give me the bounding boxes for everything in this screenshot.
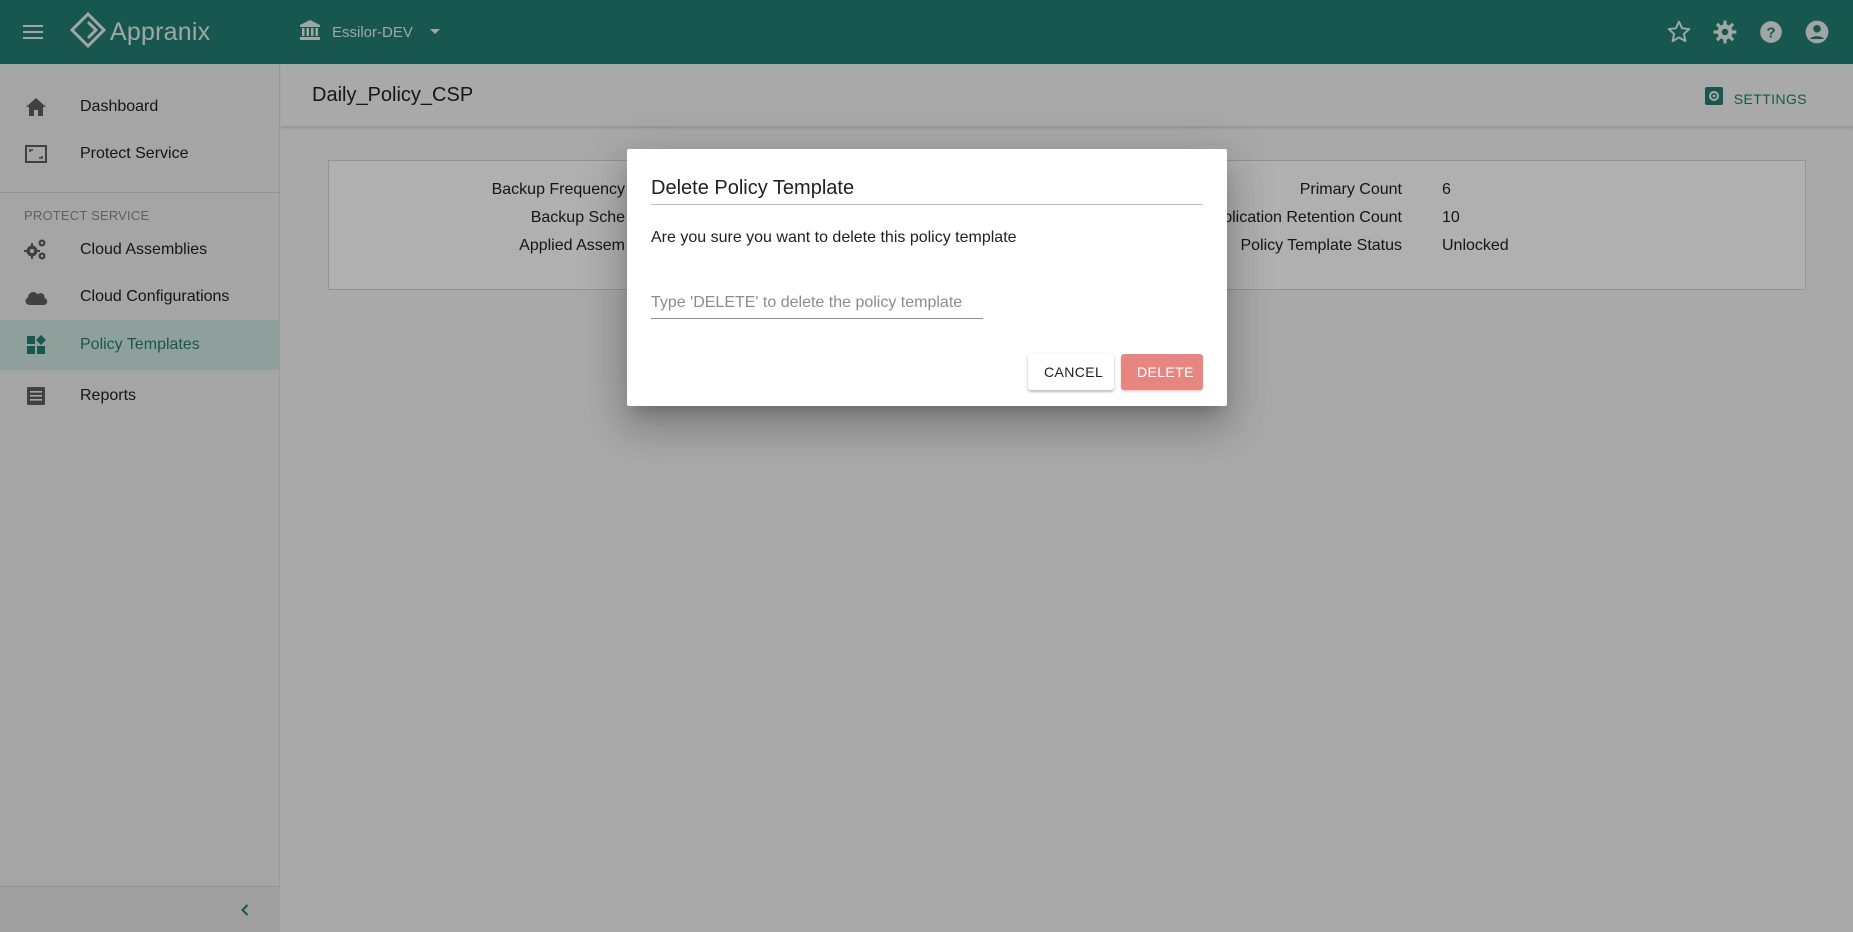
dialog-title-divider xyxy=(651,204,1203,205)
delete-button[interactable]: DELETE xyxy=(1121,354,1203,390)
dialog-title: Delete Policy Template xyxy=(651,177,855,199)
modal-backdrop[interactable] xyxy=(0,0,1853,932)
delete-policy-dialog: Delete Policy Template Are you sure you … xyxy=(627,149,1227,406)
cancel-button[interactable]: CANCEL xyxy=(1028,354,1114,390)
dialog-message: Are you sure you want to delete this pol… xyxy=(651,229,1017,246)
delete-confirm-input[interactable] xyxy=(651,287,983,319)
